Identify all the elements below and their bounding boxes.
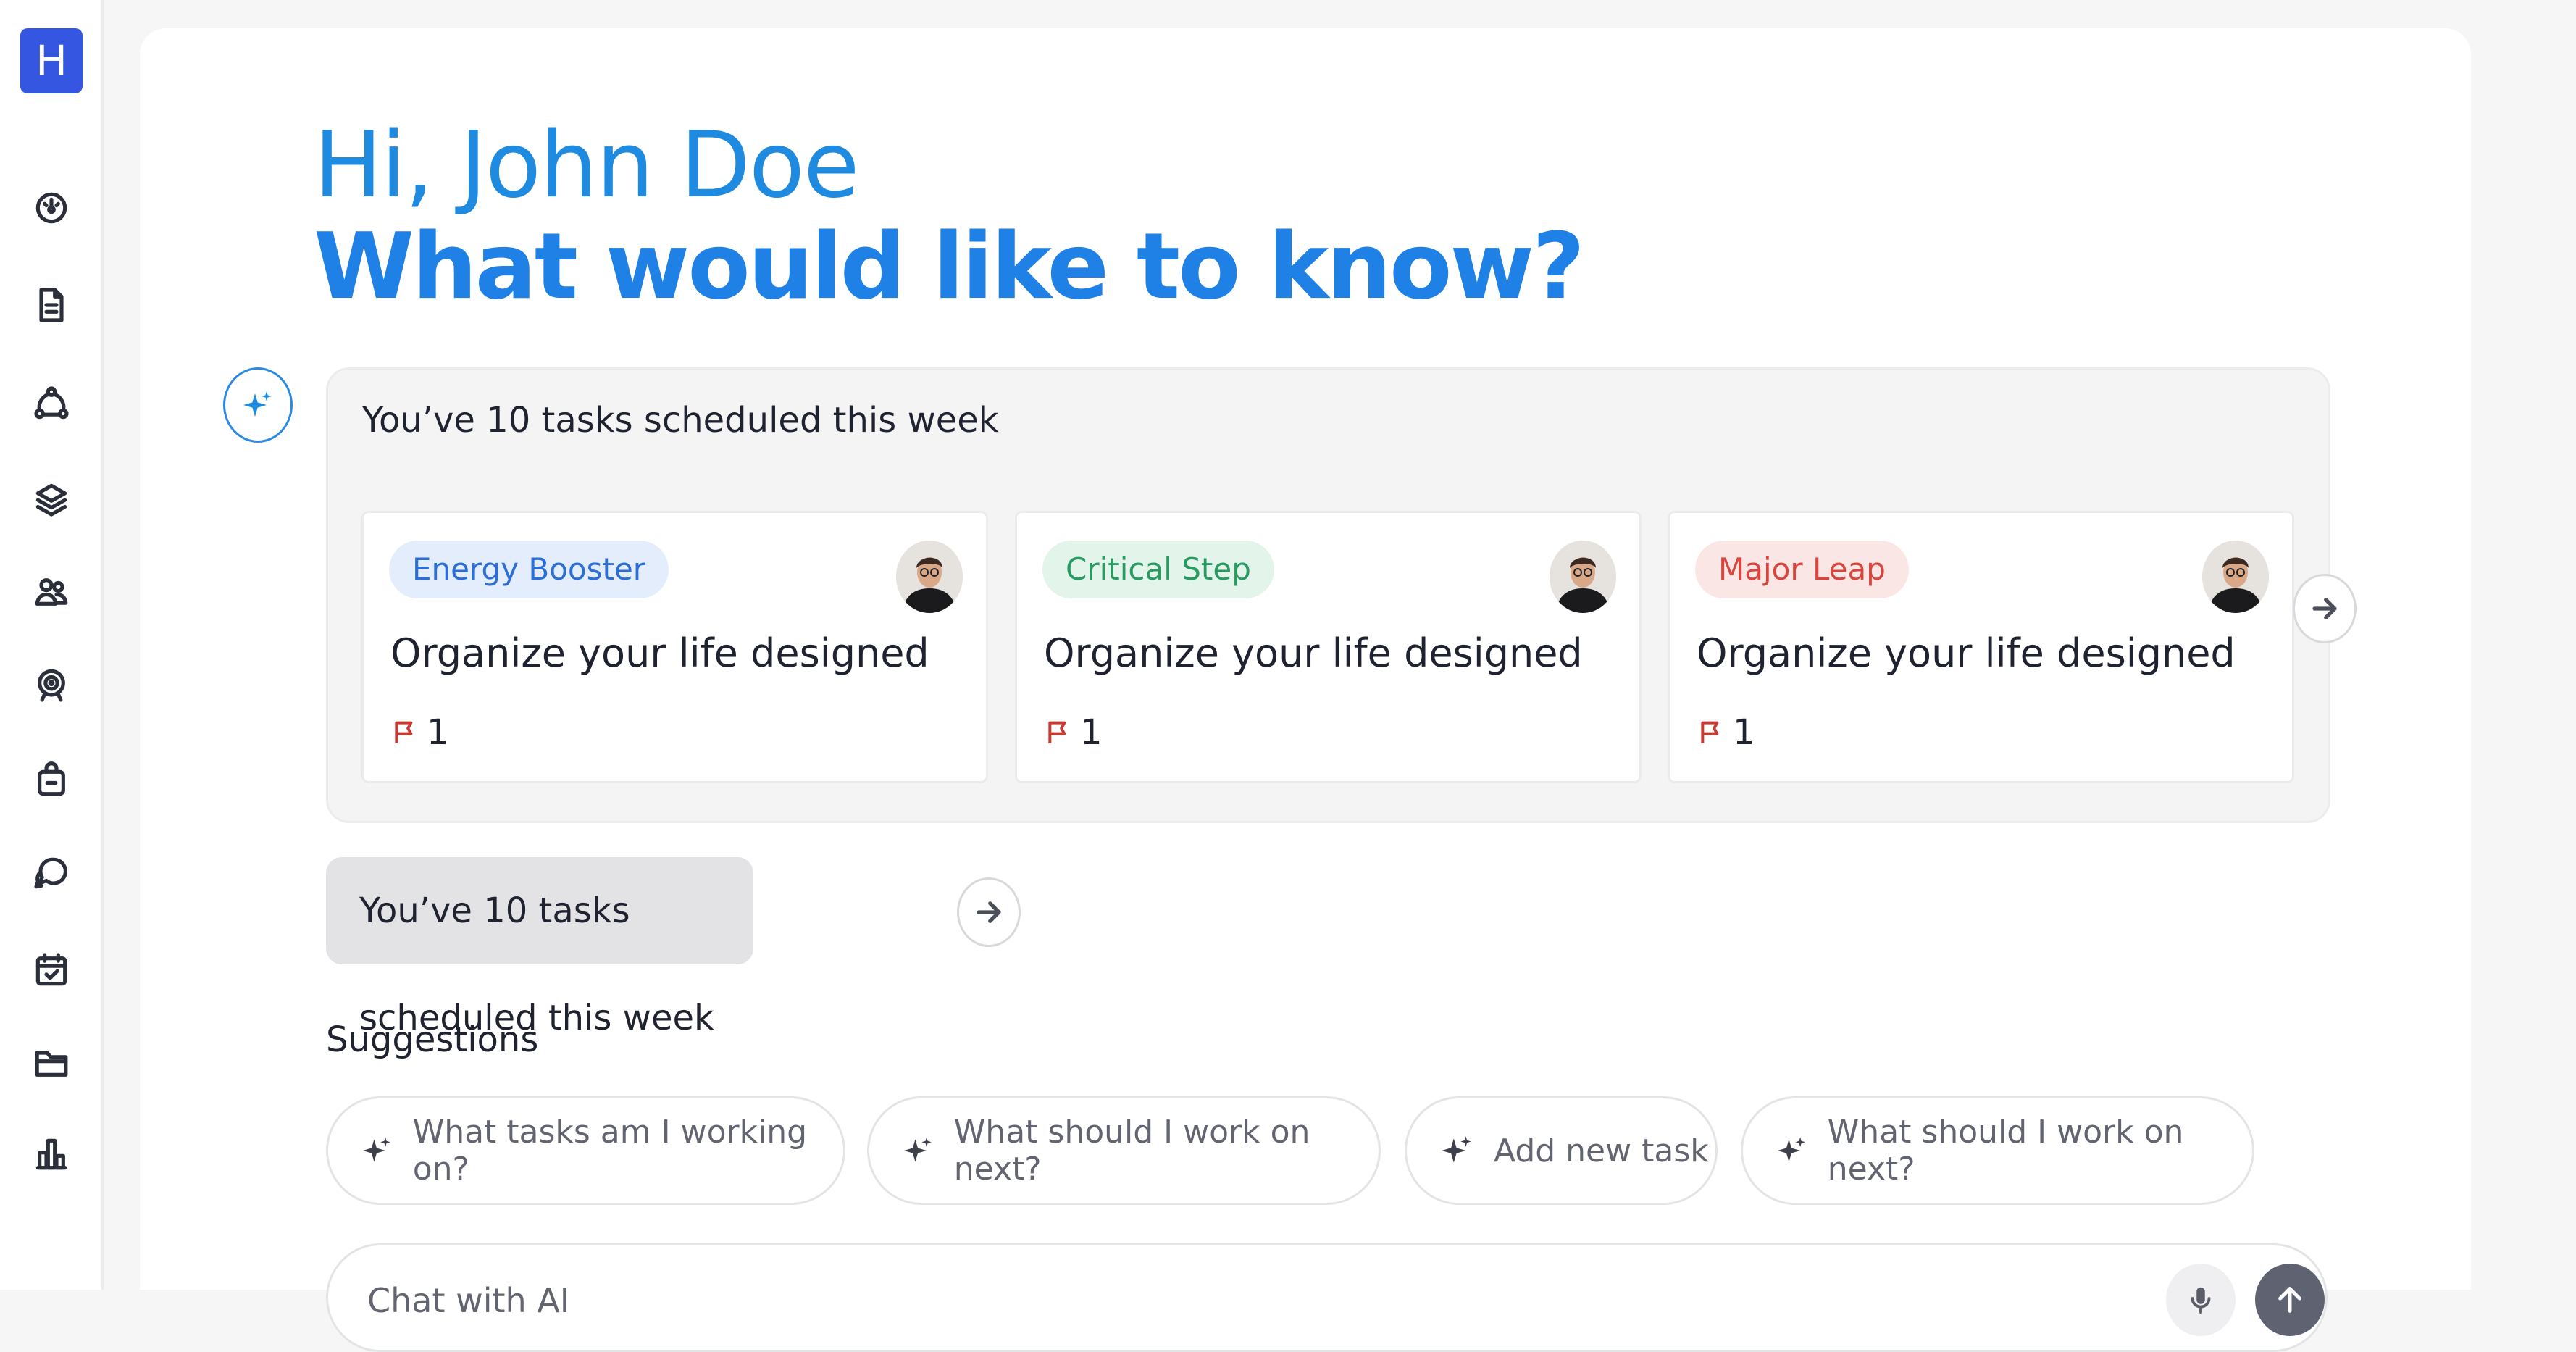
avatar: [2202, 541, 2269, 613]
task-card[interactable]: Critical Step Organize your life designe…: [1015, 511, 1642, 783]
sidebar-item-users[interactable]: [28, 568, 75, 616]
ai-assistant-avatar: [223, 367, 293, 443]
target-icon: [38, 669, 65, 702]
layers-icon: [35, 483, 67, 517]
priority-count: 1: [427, 712, 449, 753]
task-priority: 1: [1697, 712, 1755, 753]
sidebar-item-network[interactable]: [28, 380, 75, 427]
greeting-question: What would like to know?: [314, 213, 1585, 320]
avatar: [896, 541, 963, 613]
sidebar-item-documents[interactable]: [28, 281, 75, 329]
sparkle-icon: [1442, 1136, 1471, 1163]
sidebar-item-dashboard[interactable]: [28, 184, 75, 232]
suggestion-chip[interactable]: What should I work on next?: [1741, 1096, 2254, 1205]
assistant-response-panel: You’ve 10 tasks scheduled this week Ener…: [326, 367, 2330, 823]
arrow-right-icon: [977, 901, 1001, 923]
send-button[interactable]: [2255, 1264, 2325, 1336]
flag-icon: [1048, 721, 1066, 743]
task-tag: Energy Booster: [389, 541, 669, 598]
priority-count: 1: [1733, 712, 1755, 753]
sidebar-item-projects[interactable]: [28, 756, 75, 804]
task-card[interactable]: Major Leap Organize your life designed 1: [1668, 511, 2294, 783]
chat-composer: [326, 1243, 2328, 1352]
task-priority: 1: [390, 712, 449, 753]
arrow-up-icon: [2278, 1287, 2301, 1313]
avatar: [1550, 541, 1616, 613]
suggestion-text: What should I work on next?: [1827, 1114, 2184, 1188]
suggestion-text: What should I work on next?: [953, 1114, 1310, 1188]
greeting-title: Hi, John Doe: [314, 112, 860, 218]
dashboard-gauge-icon: [35, 192, 67, 224]
user-message-bubble: You’ve 10 tasks scheduled this week: [326, 857, 753, 1038]
briefcase-icon: [38, 761, 65, 796]
flag-icon: [1701, 721, 1719, 743]
suggestions-label: Suggestions: [326, 1019, 539, 1060]
sparkle-icon: [903, 1137, 932, 1162]
message-send-arrow-button[interactable]: [957, 877, 1021, 947]
flag-icon: [395, 721, 413, 743]
sidebar-item-calendar[interactable]: [28, 946, 75, 994]
sidebar-item-goals[interactable]: [28, 661, 75, 709]
suggestion-chip[interactable]: What tasks am I working on?: [326, 1096, 845, 1205]
task-title: Organize your life designed: [390, 630, 929, 676]
sparkle-icon: [362, 1137, 390, 1162]
arrow-right-icon: [2312, 598, 2337, 619]
voice-input-button[interactable]: [2166, 1264, 2236, 1336]
sidebar-item-reports[interactable]: [28, 1130, 75, 1178]
network-icon: [34, 386, 69, 420]
task-title: Organize your life designed: [1044, 630, 1583, 676]
suggestion-text: What tasks am I working on?: [412, 1114, 808, 1188]
cards-next-button[interactable]: [2293, 574, 2357, 643]
chat-input[interactable]: [366, 1280, 1962, 1321]
suggestion-chip[interactable]: Add new task: [1405, 1096, 1718, 1205]
task-card[interactable]: Energy Booster Organize your life design…: [361, 511, 988, 783]
users-icon: [35, 578, 68, 606]
task-priority: 1: [1044, 712, 1103, 753]
task-tag: Critical Step: [1042, 541, 1274, 598]
sidebar: H: [0, 0, 104, 1290]
folder-icon: [35, 1051, 68, 1077]
task-title: Organize your life designed: [1697, 630, 2236, 676]
main-content: Hi, John Doe What would like to know? Yo…: [140, 28, 2471, 1352]
app-logo[interactable]: H: [20, 28, 83, 93]
suggestion-chip[interactable]: What should I work on next?: [867, 1096, 1381, 1205]
chat-icon: [34, 857, 67, 889]
calendar-check-icon: [35, 953, 67, 986]
sidebar-item-chat[interactable]: [28, 849, 75, 897]
task-tag: Major Leap: [1695, 541, 1909, 598]
sidebar-item-layers[interactable]: [28, 475, 75, 523]
sparkle-icon: [243, 391, 272, 417]
priority-count: 1: [1080, 712, 1103, 753]
bar-chart-icon: [35, 1138, 67, 1170]
sidebar-item-files[interactable]: [28, 1039, 75, 1087]
suggestion-text: Add new task: [1494, 1132, 1709, 1169]
sparkle-icon: [1777, 1137, 1805, 1162]
microphone-icon: [2191, 1287, 2211, 1314]
task-summary-text: You’ve 10 tasks scheduled this week: [362, 400, 999, 441]
document-icon: [39, 288, 64, 322]
